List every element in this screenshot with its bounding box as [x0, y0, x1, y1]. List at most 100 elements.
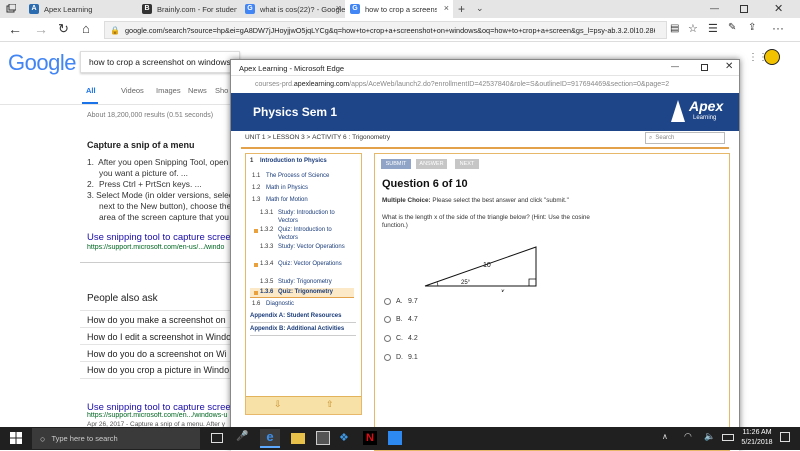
answer-option-c[interactable]: C. 4.2: [384, 335, 418, 342]
browser-tab[interactable]: A Apex Learning: [24, 0, 134, 18]
paa-question[interactable]: How do I edit a screenshot in Windo: [80, 327, 240, 345]
google-tab-all[interactable]: All: [86, 86, 96, 95]
clock-time[interactable]: 11:26 AM: [740, 429, 774, 436]
breadcrumb-name: Trigonometry: [352, 134, 391, 141]
google-tab-images[interactable]: Images: [156, 86, 181, 95]
user-avatar[interactable]: [764, 49, 780, 65]
radio-button[interactable]: [384, 354, 391, 361]
microphone-icon[interactable]: 🎤: [236, 431, 250, 445]
edge-url-bar[interactable]: courses-prd. apexlearning.com /apps/AceW…: [231, 76, 739, 93]
radio-button[interactable]: [384, 335, 391, 342]
nav-item-activity[interactable]: 1.3.4 Quiz: Vector Operations: [260, 261, 346, 269]
browser-tab-active[interactable]: G how to crop a screenshot ×: [345, 0, 453, 18]
favorites-hub-icon[interactable]: ☰: [708, 22, 718, 35]
google-favicon-icon: G: [245, 4, 255, 14]
task-view-icon[interactable]: [211, 433, 223, 443]
forward-arrow-icon[interactable]: →: [34, 21, 48, 37]
close-tab-icon[interactable]: ×: [444, 3, 449, 13]
more-options-icon[interactable]: ···: [772, 21, 784, 35]
google-search-input[interactable]: how to crop a screenshot on windows: [80, 51, 240, 73]
browser-tab[interactable]: B Brainly.com - For students. B: [137, 0, 237, 18]
google-tab-videos[interactable]: Videos: [121, 86, 144, 95]
apex-logo[interactable]: Apex Learning: [671, 98, 733, 126]
snippet-step: Select Mode (in older versions, selec: [96, 190, 233, 200]
nav-item-activity[interactable]: 1.3.2 Quiz: Introduction to Vectors: [260, 227, 346, 242]
store-bag-icon[interactable]: [316, 431, 330, 445]
file-explorer-icon[interactable]: [291, 433, 305, 444]
nav-item-unit[interactable]: 1 Introduction to Physics: [250, 158, 358, 166]
google-tab-shopping[interactable]: Sho: [215, 86, 228, 95]
edge-browser-icon[interactable]: e: [260, 429, 280, 448]
netflix-icon[interactable]: N: [363, 431, 377, 445]
notes-pen-icon[interactable]: ✎: [728, 22, 736, 33]
results-count: About 18,200,000 results (0.51 seconds): [87, 112, 214, 119]
nav-item-activity[interactable]: 1.3.1 Study: Introduction to Vectors: [260, 210, 346, 225]
dropbox-icon[interactable]: ❖: [339, 431, 353, 445]
show-hidden-icons-chevron-icon[interactable]: ∧: [662, 432, 668, 441]
result-link-title[interactable]: Use snipping tool to capture screen: [87, 232, 233, 243]
volume-icon[interactable]: 🔈: [704, 431, 715, 442]
nav-item-appendix[interactable]: Appendix A: Student Resources: [250, 313, 358, 321]
nav-item-activity-current[interactable]: 1.3.6 Quiz: Trigonometry: [260, 289, 346, 297]
wifi-icon[interactable]: ◠: [684, 431, 692, 442]
reading-view-icon[interactable]: ▤: [670, 23, 679, 34]
start-windows-icon[interactable]: [10, 432, 22, 444]
tiles-app-icon[interactable]: [388, 431, 402, 445]
url-field[interactable]: 🔒 google.com/search?source=hp&ei=gA8DW7j…: [104, 21, 667, 39]
tab-list-chevron-icon[interactable]: ⌄: [476, 3, 484, 14]
nav-item-activity[interactable]: 1.3.3 Study: Vector Operations: [260, 244, 346, 252]
refresh-icon[interactable]: ↻: [58, 21, 69, 37]
battery-icon[interactable]: [722, 434, 734, 441]
taskbar-search-box[interactable]: ○ Type here to search: [32, 428, 200, 449]
clock-date[interactable]: 5/21/2018: [740, 439, 774, 446]
close-window-icon[interactable]: ✕: [725, 61, 733, 72]
nav-item-lesson[interactable]: 1.6 Diagnostic: [252, 301, 358, 309]
google-favicon-icon: G: [350, 4, 360, 14]
radio-button[interactable]: [384, 316, 391, 323]
answer-option-a[interactable]: A. 9.7: [384, 298, 418, 305]
breadcrumb-lesson[interactable]: LESSON 3: [273, 134, 305, 141]
share-icon[interactable]: ⇪: [748, 22, 756, 33]
nav-item-lesson[interactable]: 1.2 Math in Physics: [252, 185, 358, 193]
submit-button[interactable]: SUBMIT: [381, 159, 411, 169]
brainly-favicon-icon: B: [142, 4, 152, 14]
maximize-window-icon[interactable]: [740, 5, 748, 13]
favorite-star-icon[interactable]: ☆: [688, 22, 698, 35]
new-tab-button[interactable]: +: [458, 2, 465, 16]
apex-search-box[interactable]: ⌕ Search: [645, 132, 725, 144]
nav-item-lesson[interactable]: 1.3 Math for Motion: [252, 197, 358, 205]
browser-tab-bar: A Apex Learning B Brainly.com - For stud…: [0, 0, 800, 18]
nav-item-appendix[interactable]: Appendix B: Additional Activities: [250, 326, 358, 334]
answer-button[interactable]: ANSWER: [416, 159, 447, 169]
nav-item-lesson[interactable]: 1.1 The Process of Science: [252, 173, 358, 181]
paa-question[interactable]: How do you do a screenshot on Wi: [80, 344, 240, 362]
browser-tab[interactable]: G what is cos(22)? - Google Se ×: [240, 0, 345, 18]
breadcrumb-unit[interactable]: UNIT 1: [245, 134, 265, 141]
action-center-icon[interactable]: [780, 432, 790, 442]
answer-option-b[interactable]: B. 4.7: [384, 316, 418, 323]
google-logo[interactable]: Google: [8, 50, 76, 76]
maximize-window-icon[interactable]: [701, 64, 708, 71]
scroll-up-button[interactable]: ⇧: [326, 399, 334, 410]
option-value: 9.1: [408, 354, 418, 361]
option-letter: D.: [396, 354, 403, 361]
answer-option-d[interactable]: D. 9.1: [384, 354, 418, 361]
snippet-step: After you open Snipping Tool, open t: [98, 157, 233, 167]
window-back-icon[interactable]: [6, 3, 17, 14]
minimize-window-icon[interactable]: —: [671, 62, 679, 71]
paa-question[interactable]: How do you make a screenshot on: [80, 310, 240, 328]
paa-question[interactable]: How do you crop a picture in Windo: [80, 361, 240, 379]
back-arrow-icon[interactable]: ←: [8, 21, 22, 37]
close-window-icon[interactable]: ✕: [774, 2, 783, 15]
next-button[interactable]: NEXT: [455, 159, 479, 169]
home-icon[interactable]: ⌂: [82, 21, 90, 36]
close-tab-icon[interactable]: ×: [336, 3, 341, 13]
search-query-text: how to crop a screenshot on windows: [89, 57, 231, 67]
radio-button[interactable]: [384, 298, 391, 305]
lock-icon: 🔒: [110, 25, 120, 35]
google-tab-news[interactable]: News: [188, 86, 207, 95]
scroll-down-button[interactable]: ⇩: [274, 399, 282, 410]
url-prefix: courses-prd.: [255, 81, 294, 88]
minimize-window-icon[interactable]: —: [710, 3, 719, 13]
nav-item-activity[interactable]: 1.3.5 Study: Trigonometry: [260, 279, 346, 287]
